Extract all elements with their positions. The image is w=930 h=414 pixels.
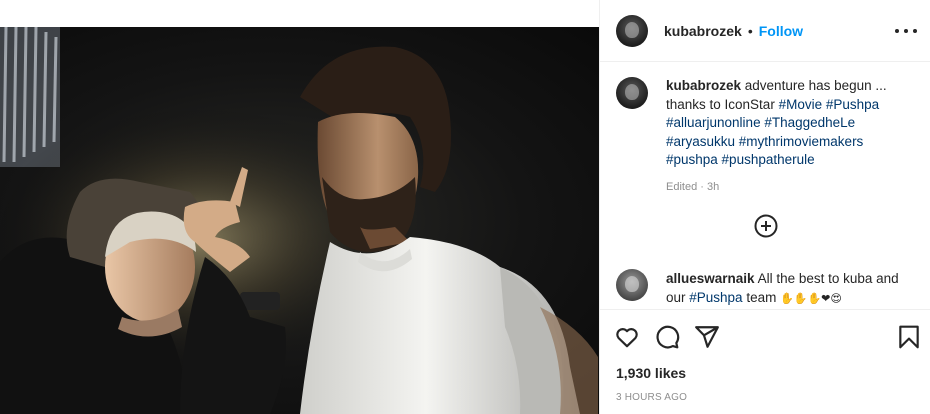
meta-separator: · — [697, 180, 707, 193]
comment-hashtag[interactable]: #Pushpa — [689, 290, 742, 305]
edited-label: Edited — [666, 180, 698, 193]
post-photo[interactable] — [0, 27, 599, 414]
separator-dot: • — [747, 22, 753, 39]
follow-button[interactable]: Follow — [759, 23, 803, 39]
comments-section: kubabrozek adventure has begun ... thank… — [600, 63, 930, 309]
commenter-avatar[interactable] — [616, 269, 648, 301]
share-icon[interactable] — [694, 324, 720, 350]
comment-emojis: ✋✋✋❤😍 — [780, 292, 842, 305]
comment-icon[interactable] — [654, 324, 680, 350]
commenter-username[interactable]: allueswarnaik — [666, 271, 755, 286]
caption-avatar[interactable] — [616, 77, 648, 109]
post-timestamp[interactable]: 3 HOURS AGO — [616, 392, 687, 403]
more-options-icon[interactable] — [895, 22, 917, 40]
post-photo-illustration — [0, 27, 599, 414]
comment-item: allueswarnaik All the best to kuba and o… — [616, 269, 921, 308]
caption-username[interactable]: kubabrozek — [666, 78, 741, 93]
heart-icon[interactable] — [614, 324, 640, 350]
comment-body-2: team — [742, 290, 781, 305]
post-header: kubabrozek • Follow — [600, 0, 930, 62]
comment-text: allueswarnaik All the best to kuba and o… — [666, 269, 911, 308]
post-caption: kubabrozek adventure has begun ... thank… — [616, 77, 921, 196]
likes-count[interactable]: 1,930 likes — [616, 365, 686, 381]
caption-age[interactable]: 3h — [707, 181, 719, 193]
author-username[interactable]: kubabrozek — [664, 23, 742, 39]
bookmark-icon[interactable] — [896, 324, 922, 350]
caption-meta: Edited · 3h — [666, 178, 906, 197]
photo-panel — [0, 0, 599, 414]
plus-circle-icon[interactable] — [754, 214, 778, 238]
action-bar — [600, 309, 930, 365]
post-sidebar: kubabrozek • Follow kubabrozek adventure… — [599, 0, 930, 414]
caption-text: kubabrozek adventure has begun ... thank… — [666, 77, 906, 196]
author-avatar[interactable] — [616, 14, 648, 47]
